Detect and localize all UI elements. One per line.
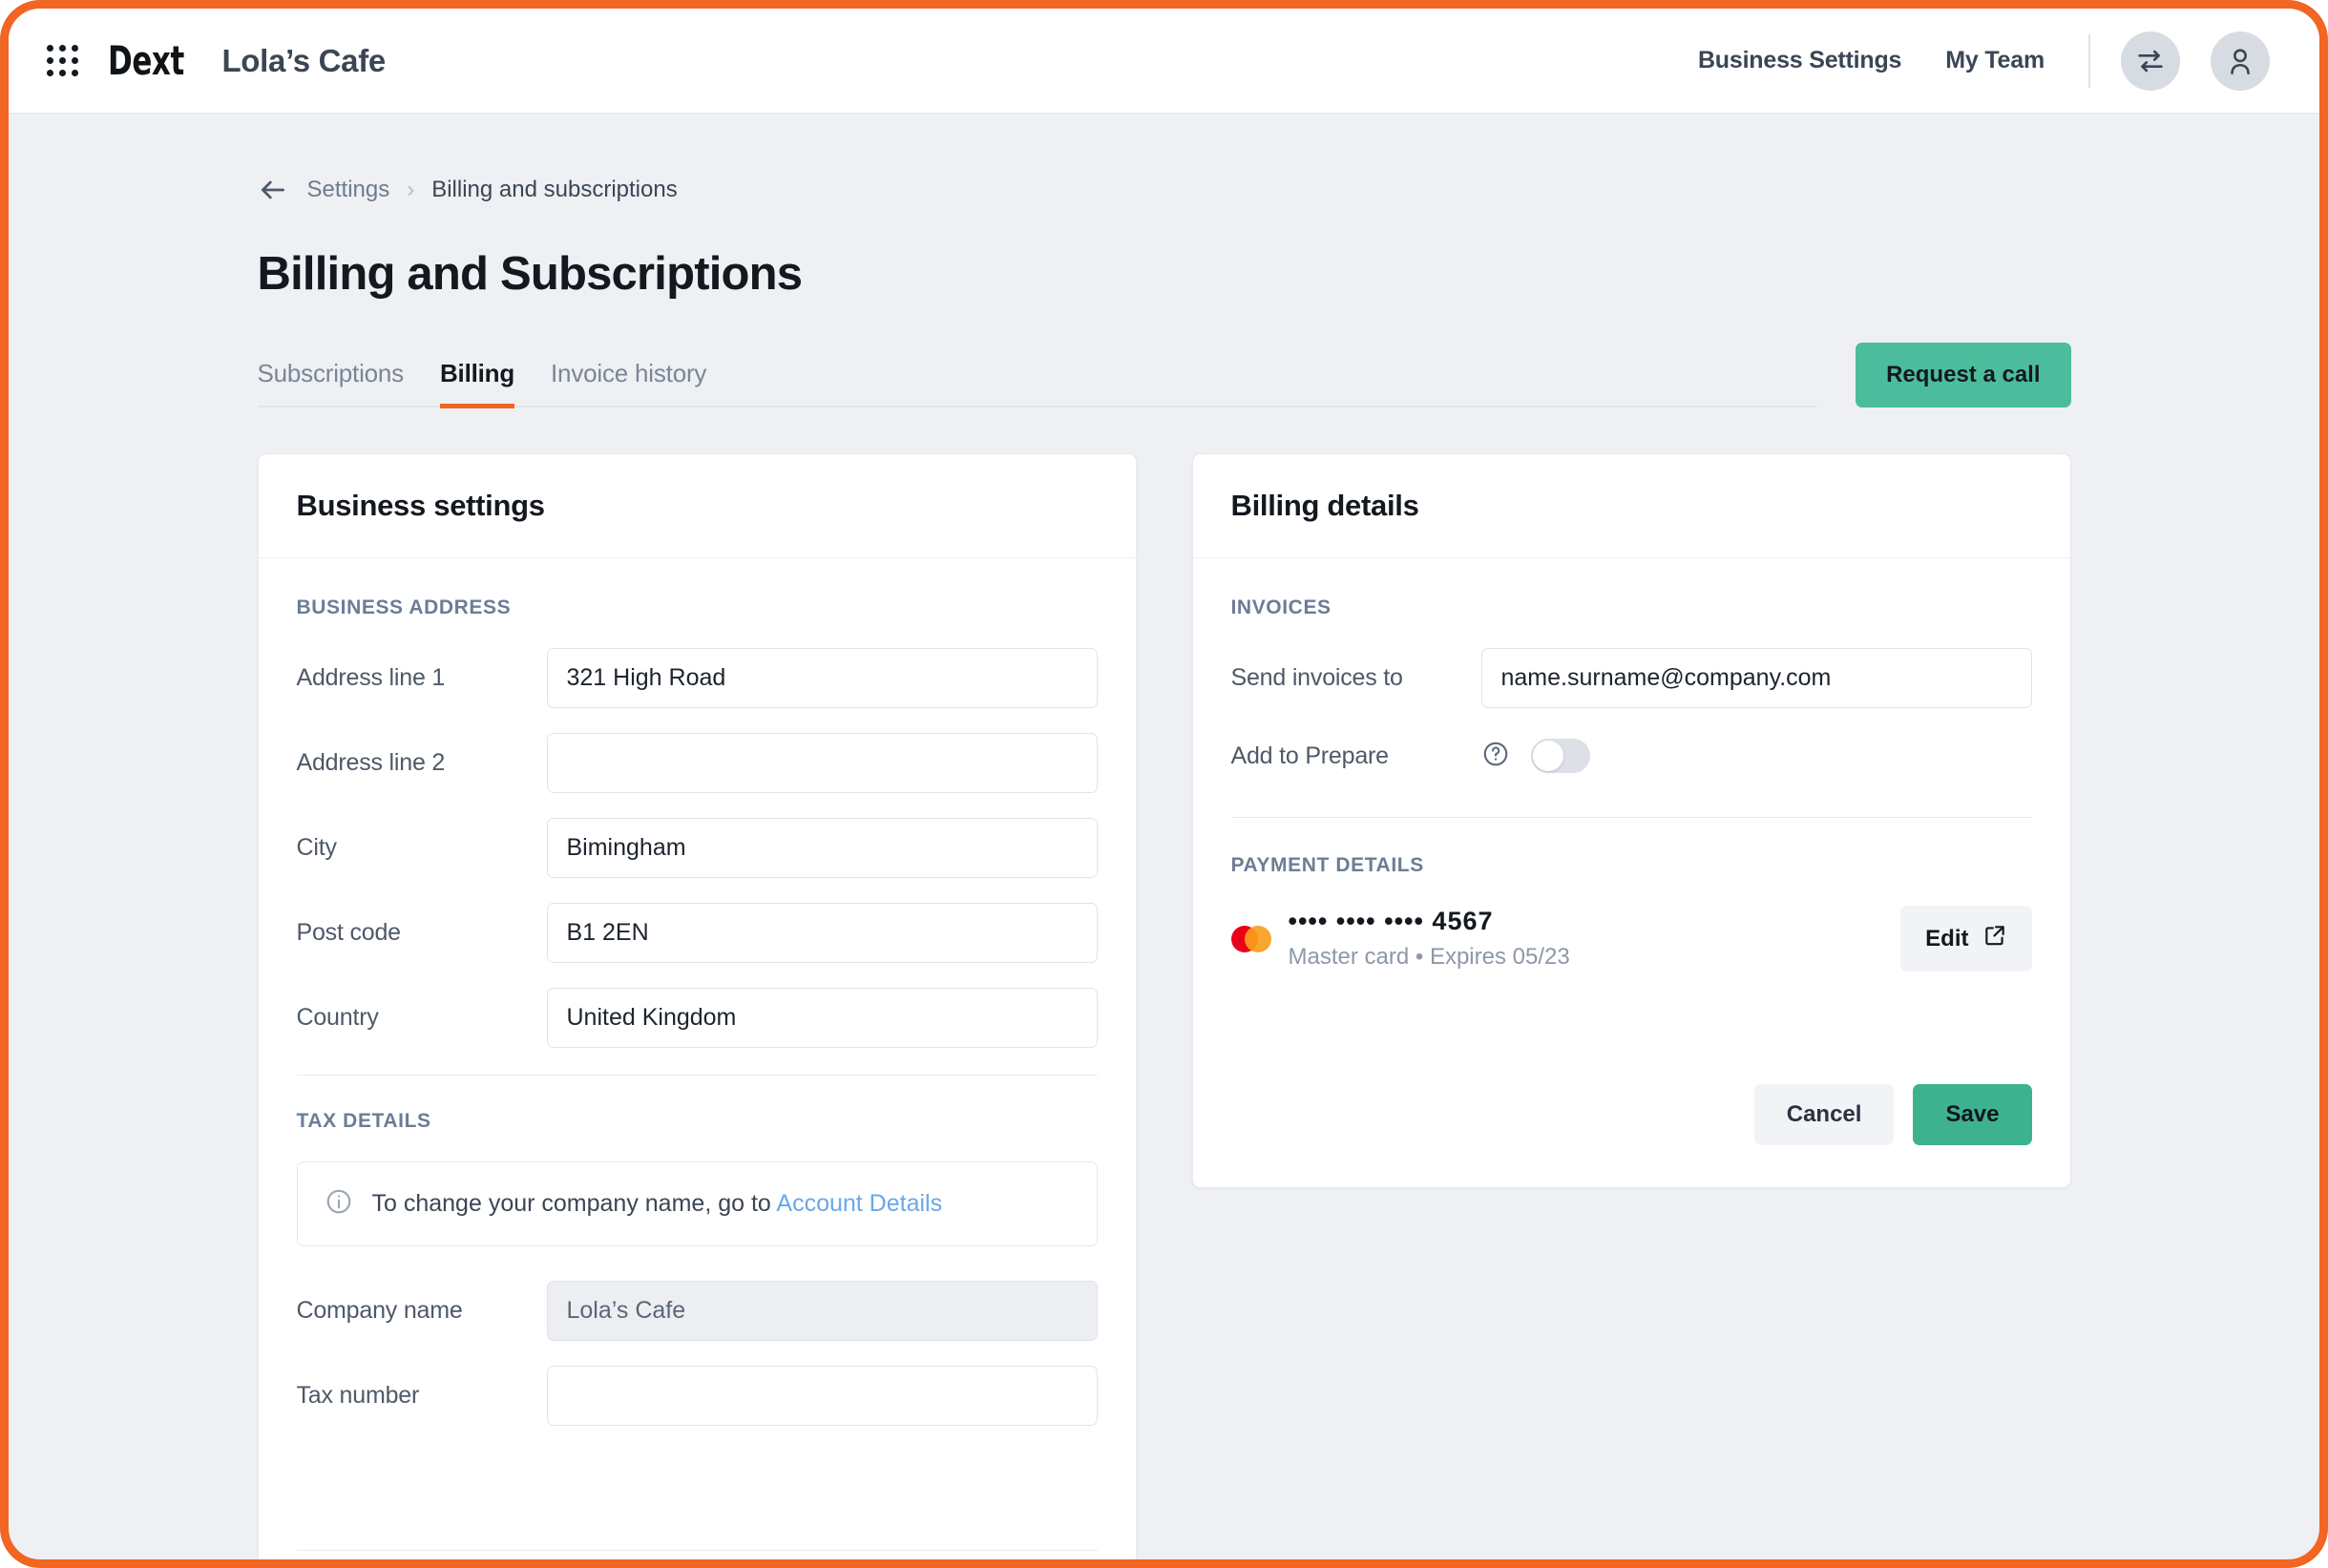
billing-save-button[interactable]: Save (1913, 1084, 2032, 1145)
chevron-right-icon: › (407, 177, 415, 202)
info-circle-icon (325, 1187, 353, 1221)
billing-details-title: Billing details (1230, 489, 1419, 522)
field-label: Country (296, 1004, 379, 1031)
section-divider (1230, 817, 2032, 818)
field-tax-number: Tax number (297, 1366, 1098, 1426)
business-settings-card-body: Business address Address line 1 Address … (259, 558, 1136, 1559)
info-box-message: To change your company name, go to (371, 1190, 777, 1217)
card-info: •••• •••• •••• 4567 Master card • Expire… (1289, 907, 1570, 971)
section-divider (296, 1075, 1098, 1076)
mastercard-icon (1230, 925, 1271, 952)
field-city: City (297, 818, 1098, 878)
request-a-call-button[interactable]: Request a call (1856, 343, 2071, 408)
field-post-code: Post code (297, 903, 1098, 963)
field-label: City (296, 834, 337, 861)
card-meta: Master card • Expires 05/23 (1288, 944, 1570, 970)
invoices-section-label: Invoices (1230, 596, 1332, 618)
business-address-section-label: Business address (296, 596, 512, 618)
nav-my-team[interactable]: My Team (1945, 47, 2045, 74)
tab-invoice-history[interactable]: Invoice history (551, 359, 706, 408)
account-details-link[interactable]: Account Details (776, 1190, 942, 1217)
business-settings-title: Business settings (296, 489, 546, 522)
field-label: Address line 1 (296, 664, 446, 691)
tabs-row: Subscriptions Billing Invoice history Re… (257, 343, 2071, 408)
address-line-2-input[interactable] (546, 733, 1098, 793)
tab-billing[interactable]: Billing (439, 359, 514, 408)
grid-apps-icon[interactable] (47, 44, 79, 77)
field-address-line-1: Address line 1 (297, 648, 1098, 708)
switch-arrows-icon[interactable] (2121, 31, 2180, 91)
send-invoices-to-input[interactable] (1480, 648, 2032, 708)
billing-details-card: Billing details Invoices Send invoices t… (1191, 453, 2071, 1188)
tax-number-input[interactable] (546, 1366, 1098, 1426)
edit-payment-button[interactable]: Edit (1900, 906, 2032, 972)
address-line-1-input[interactable] (546, 648, 1098, 708)
post-code-input[interactable] (546, 903, 1098, 963)
topbar-divider (2088, 33, 2090, 88)
field-label: Tax number (296, 1382, 420, 1409)
add-to-prepare-label: Add to Prepare (1230, 742, 1390, 769)
billing-cancel-button[interactable]: Cancel (1753, 1084, 1895, 1145)
field-label: Company name (296, 1297, 463, 1324)
arrow-left-icon[interactable] (258, 174, 290, 206)
external-link-icon (1982, 923, 2007, 954)
tab-list: Subscriptions Billing Invoice history (257, 359, 1818, 408)
user-avatar-icon[interactable] (2211, 31, 2270, 91)
billing-details-actions: Cancel Save (1231, 1056, 2032, 1187)
field-add-to-prepare: Add to Prepare (1231, 739, 2032, 773)
field-label: Post code (296, 919, 402, 946)
field-send-invoices-to: Send invoices to (1231, 648, 2032, 708)
page-title: Billing and Subscriptions (257, 248, 804, 300)
field-country: Country (297, 988, 1098, 1048)
tax-details-section-label: Tax details (296, 1110, 431, 1132)
payment-method-row: •••• •••• •••• 4567 Master card • Expire… (1230, 906, 2032, 972)
add-to-prepare-toggle[interactable] (1530, 739, 1590, 773)
breadcrumb-settings[interactable]: Settings (307, 177, 390, 203)
toggle-knob (1532, 741, 1563, 771)
workspace-name: Lola’s Cafe (221, 42, 386, 78)
dext-logo[interactable]: Dext (108, 37, 184, 84)
page-content: Settings › Billing and subscriptions Bil… (9, 114, 2319, 1559)
field-address-line-2: Address line 2 (297, 733, 1098, 793)
city-input[interactable] (546, 818, 1098, 878)
business-settings-card: Business settings Business address Addre… (257, 453, 1137, 1559)
business-settings-actions: Cancel Save (296, 1550, 1098, 1559)
billing-details-card-body: Invoices Send invoices to Add to Prepare (1193, 558, 2070, 1187)
info-box-text: To change your company name, go to Accou… (372, 1190, 943, 1218)
edit-label: Edit (1925, 925, 1969, 951)
cards-container: Business settings Business address Addre… (257, 453, 2071, 1559)
payment-details-section-label: Payment details (1230, 854, 1424, 876)
business-settings-card-header: Business settings (258, 454, 1136, 558)
help-circle-icon[interactable] (1481, 740, 1510, 773)
nav-business-settings[interactable]: Business Settings (1698, 47, 1902, 74)
app-window: Dext Lola’s Cafe Business Settings My Te… (0, 0, 2328, 1568)
tab-subscriptions[interactable]: Subscriptions (258, 359, 405, 408)
billing-details-card-header: Billing details (1192, 454, 2070, 558)
field-company-name: Company name (297, 1281, 1098, 1341)
card-number: •••• •••• •••• 4567 (1288, 907, 1494, 935)
breadcrumb: Settings › Billing and subscriptions (258, 171, 2071, 209)
field-label: Address line 2 (296, 749, 446, 776)
breadcrumb-current: Billing and subscriptions (431, 177, 678, 202)
top-navigation-bar: Dext Lola’s Cafe Business Settings My Te… (9, 9, 2319, 114)
field-label: Send invoices to (1230, 664, 1403, 691)
company-name-info-box: To change your company name, go to Accou… (296, 1161, 1098, 1246)
company-name-input (546, 1281, 1098, 1341)
country-input[interactable] (546, 988, 1098, 1048)
